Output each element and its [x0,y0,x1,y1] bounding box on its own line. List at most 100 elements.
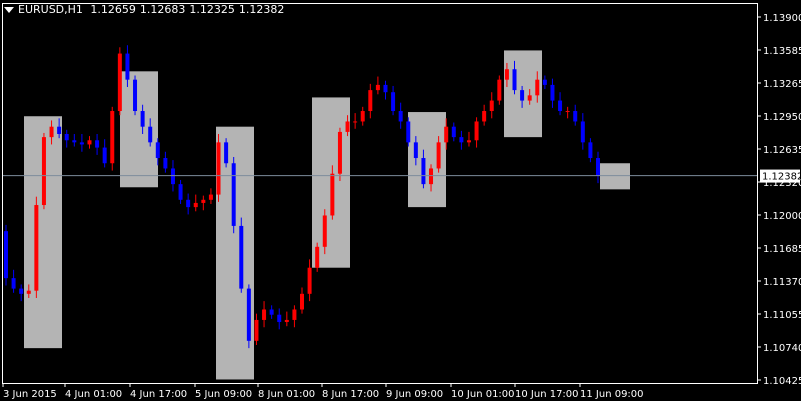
y-tick-label: 1.12635 [763,145,801,156]
candle-body [102,147,107,164]
candle-body [193,202,198,208]
y-tick-label: 1.11370 [763,277,801,288]
candle-body [95,140,100,148]
candle-body [588,142,593,159]
candle-body [87,140,92,145]
candle-body [391,92,396,112]
candle-body [49,126,54,138]
candle-body [34,205,39,291]
x-tick-label: 10 Jun 01:00 [451,389,515,400]
candle-body [19,288,24,294]
x-tick-label: 4 Jun 17:00 [130,389,187,400]
candle-body [474,121,479,141]
candle-body [436,142,441,169]
x-tick-label: 5 Jun 09:00 [195,389,252,400]
x-tick-label: 10 Jun 17:00 [515,389,579,400]
candle-body [300,293,304,310]
candle-body [26,290,31,294]
y-tick-label: 1.12950 [763,112,801,123]
candle-body [72,140,77,143]
candle-body [580,121,585,143]
candle-body [170,168,175,185]
y-tick-label: 1.10425 [763,376,801,387]
candle-body [186,199,191,208]
high-value: 1.12683 [139,3,186,16]
candle-body [163,158,168,169]
candle-body [345,121,350,132]
candle-body [231,163,236,226]
candle-body [353,121,358,123]
y-tick-label: 1.13585 [763,46,801,57]
candle-body [375,84,380,91]
candle-body [41,137,46,206]
candle-body [155,142,160,159]
price-chart[interactable]: 1.13900 1.13585 1.13265 1.12950 1.12635 1.123… [0,0,801,401]
plot-frame [2,3,758,384]
candle-body [520,90,525,101]
candle-body [224,142,229,164]
low-value: 1.12325 [189,3,235,16]
candle-body [573,111,578,122]
candle-body [133,79,138,112]
candle-body [596,158,600,176]
x-tick-label: 8 Jun 17:00 [322,389,379,400]
candle-body [451,126,456,138]
candle-body [383,84,388,93]
x-tick-label: 9 Jun 09:00 [386,389,443,400]
candle-body [284,319,289,323]
candle-body [201,199,206,203]
close-value: 1.12382 [238,3,285,16]
candle-body [140,111,145,127]
range-box [600,163,630,190]
range-box [120,71,158,188]
candle-body [117,53,122,112]
candle-body [558,100,563,112]
candle-body [429,168,434,185]
candle-body [315,246,320,268]
candle-body [254,319,259,341]
x-tick-label: 4 Jun 01:00 [65,389,122,400]
y-tick-label: 1.11055 [763,310,801,321]
candle-body [178,184,183,200]
candle-body [269,309,274,315]
candle-body [482,111,487,122]
candle-body [79,142,84,145]
candle-body [64,133,69,141]
candle-body [542,79,547,85]
candle-body [307,267,312,294]
open-value: 1.12659 [90,3,136,16]
candle-body [239,225,244,289]
chart-window[interactable]: 1.13900 1.13585 1.13265 1.12950 1.12635 1.123… [0,0,801,401]
candle-body [512,69,517,91]
candle-body [57,126,62,134]
candle-body [550,84,555,101]
candle-body [459,137,464,143]
candle-body [413,142,418,159]
candle-body [368,90,373,112]
candle-body [497,79,502,101]
candle-body [337,131,342,174]
y-tick-label: 1.10740 [763,343,801,354]
chart-header: EURUSD,H1 1.12659 1.12683 1.12325 1.12382 [4,3,288,17]
y-tick-label: 1.11685 [763,244,801,255]
candle-body [565,111,570,113]
candle-body [11,278,16,289]
candle-body [527,95,532,101]
candle-body [246,288,251,341]
candle-body [504,69,509,80]
candle-body [360,111,365,122]
candle-body [322,215,327,247]
dropdown-triangle-icon[interactable] [4,7,14,13]
candle-body [125,53,130,80]
x-tick-label: 8 Jun 01:00 [258,389,315,400]
candle-body [216,142,221,195]
candle-body [330,173,335,216]
candle-body [489,100,494,112]
price-tag-label: 1.12382 [762,172,801,183]
candle-body [421,158,426,185]
y-tick-label: 1.12000 [763,211,801,222]
x-tick-label: 11 Jun 09:00 [580,389,644,400]
symbol-label: EURUSD,H1 [18,3,83,16]
y-tick-label: 1.13900 [763,13,801,24]
candle-body [406,121,411,143]
